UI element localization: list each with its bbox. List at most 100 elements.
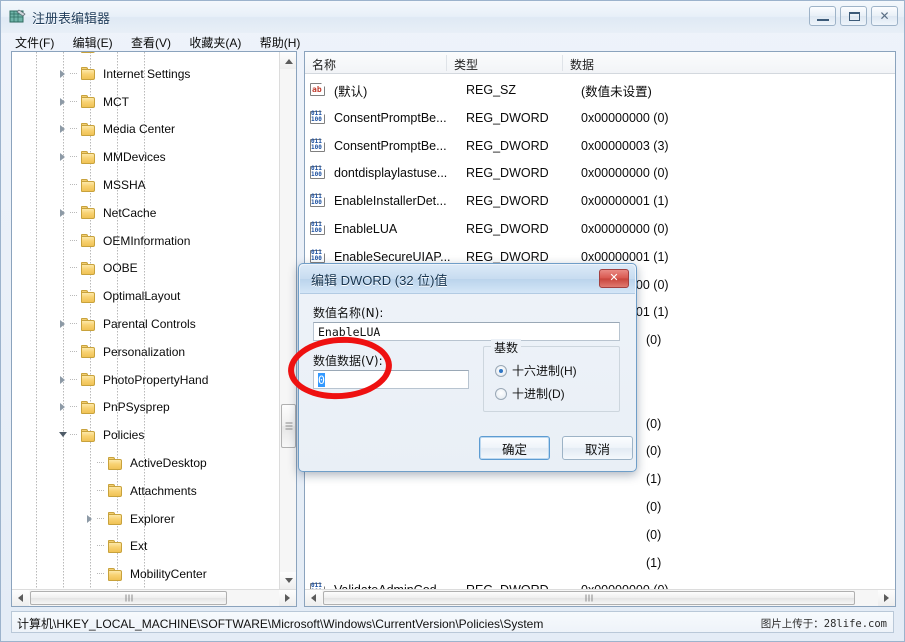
tree-item-mct[interactable]: MCT bbox=[12, 92, 280, 112]
dword-value-icon: 011100 bbox=[310, 222, 329, 236]
column-divider[interactable] bbox=[562, 55, 563, 71]
value-row-occluded[interactable]: (0) bbox=[305, 521, 895, 549]
expand-arrow-icon[interactable] bbox=[57, 92, 70, 112]
radio-decimal-label: 十进制(D) bbox=[512, 385, 565, 402]
tree-item-ext[interactable]: Ext bbox=[12, 536, 280, 556]
title-bar: 注册表编辑器 ✕ bbox=[1, 1, 904, 33]
radio-hexadecimal[interactable]: 十六进制(H) bbox=[495, 362, 577, 379]
scroll-left-arrow-icon[interactable] bbox=[305, 590, 322, 606]
scroll-down-arrow-icon[interactable] bbox=[280, 572, 296, 589]
value-row[interactable]: 011100EnableInstallerDet...REG_DWORD0x00… bbox=[305, 187, 895, 215]
tree-item-policies[interactable]: Policies bbox=[12, 425, 280, 445]
tree-connector bbox=[97, 481, 107, 501]
registry-editor-icon bbox=[9, 8, 26, 25]
menu-help[interactable]: 帮助(H) bbox=[254, 33, 310, 52]
value-name: dontdisplaylastuse... bbox=[334, 166, 466, 180]
tree-item-label: OOBE bbox=[100, 261, 141, 275]
expand-arrow-icon[interactable] bbox=[57, 314, 70, 334]
registry-editor-window: 注册表编辑器 ✕ 文件(F) 编辑(E) 查看(V) 收藏夹(A) 帮助(H) … bbox=[0, 0, 905, 642]
tree-item-mobilitycenter[interactable]: MobilityCenter bbox=[12, 564, 280, 584]
tree-vscroll-thumb[interactable] bbox=[281, 404, 296, 448]
tree-vertical-scrollbar[interactable] bbox=[279, 52, 296, 589]
tree-connector bbox=[97, 453, 107, 473]
tree-item-optimallayout[interactable]: OptimalLayout bbox=[12, 286, 280, 306]
tree-item-photopropertyhand[interactable]: PhotoPropertyHand bbox=[12, 370, 280, 390]
tree-spacer bbox=[57, 342, 70, 362]
registry-path-text: 计算机\HKEY_LOCAL_MACHINE\SOFTWARE\Microsof… bbox=[17, 615, 543, 632]
menu-favorites[interactable]: 收藏夹(A) bbox=[183, 33, 250, 52]
list-header: 名称 类型 数据 bbox=[305, 52, 895, 74]
value-data: 0x00000000 (0) bbox=[581, 222, 895, 236]
column-divider[interactable] bbox=[446, 55, 447, 71]
tree-hscroll-thumb[interactable] bbox=[30, 591, 227, 605]
list-horizontal-scrollbar[interactable] bbox=[305, 589, 895, 606]
tree-item-media-center[interactable]: Media Center bbox=[12, 119, 280, 139]
expand-arrow-icon[interactable] bbox=[57, 370, 70, 390]
tree-connector bbox=[70, 258, 80, 278]
menu-view[interactable]: 查看(V) bbox=[125, 33, 180, 52]
tree-item-oeminformation[interactable]: OEMInformation bbox=[12, 231, 280, 251]
scroll-right-arrow-icon[interactable] bbox=[878, 590, 895, 606]
tree-item-netcache[interactable]: NetCache bbox=[12, 203, 280, 223]
value-type: REG_SZ bbox=[466, 83, 581, 97]
column-header-name[interactable]: 名称 bbox=[312, 56, 336, 73]
scroll-up-arrow-icon[interactable] bbox=[280, 52, 296, 69]
dword-value-icon: 011100 bbox=[310, 194, 329, 208]
radio-decimal[interactable]: 十进制(D) bbox=[495, 385, 565, 402]
tree-item-mssha[interactable]: MSSHA bbox=[12, 175, 280, 195]
tree-item-internet-settings[interactable]: Internet Settings bbox=[12, 64, 280, 84]
column-header-data[interactable]: 数据 bbox=[570, 56, 594, 73]
dialog-close-button[interactable]: ✕ bbox=[599, 269, 629, 288]
tree-item-label: Parental Controls bbox=[100, 317, 199, 331]
expand-arrow-icon[interactable] bbox=[84, 509, 97, 529]
tree-spacer bbox=[57, 258, 70, 278]
tree-connector bbox=[70, 425, 80, 445]
expand-arrow-icon[interactable] bbox=[57, 203, 70, 223]
value-row[interactable]: 011100dontdisplaylastuse...REG_DWORD0x00… bbox=[305, 159, 895, 187]
tree-connector bbox=[97, 509, 107, 529]
expand-arrow-icon[interactable] bbox=[57, 52, 70, 56]
value-name: EnableLUA bbox=[334, 222, 466, 236]
expand-arrow-icon[interactable] bbox=[57, 119, 70, 139]
cancel-button[interactable]: 取消 bbox=[562, 436, 633, 460]
tree-item-mmdevices[interactable]: MMDevices bbox=[12, 147, 280, 167]
minimize-button[interactable] bbox=[809, 6, 836, 26]
expand-arrow-icon[interactable] bbox=[57, 64, 70, 84]
value-row-occluded[interactable]: (0) bbox=[305, 493, 895, 521]
tree-horizontal-scrollbar[interactable] bbox=[12, 589, 296, 606]
scroll-left-arrow-icon[interactable] bbox=[12, 590, 29, 606]
menu-file[interactable]: 文件(F) bbox=[9, 33, 63, 52]
tree-item-installer[interactable]: Installer bbox=[12, 52, 280, 56]
maximize-button[interactable] bbox=[840, 6, 867, 26]
folder-icon bbox=[107, 568, 123, 581]
value-name: ConsentPromptBe... bbox=[334, 139, 466, 153]
tree-item-label: MMDevices bbox=[100, 150, 169, 164]
tree-item-parental-controls[interactable]: Parental Controls bbox=[12, 314, 280, 334]
close-button[interactable]: ✕ bbox=[871, 6, 898, 26]
ok-button[interactable]: 确定 bbox=[479, 436, 550, 460]
registry-tree[interactable]: Installer Internet Settings MCT Media Cente… bbox=[12, 52, 280, 590]
value-row[interactable]: 011100ConsentPromptBe...REG_DWORD0x00000… bbox=[305, 132, 895, 160]
expand-arrow-icon[interactable] bbox=[57, 147, 70, 167]
value-row[interactable]: 011100ConsentPromptBe...REG_DWORD0x00000… bbox=[305, 104, 895, 132]
tree-item-explorer[interactable]: Explorer bbox=[12, 509, 280, 529]
tree-item-pnpsysprep[interactable]: PnPSysprep bbox=[12, 397, 280, 417]
list-hscroll-thumb[interactable] bbox=[323, 591, 855, 605]
column-header-type[interactable]: 类型 bbox=[454, 56, 478, 73]
scroll-right-arrow-icon[interactable] bbox=[279, 590, 296, 606]
menu-edit[interactable]: 编辑(E) bbox=[67, 33, 122, 52]
tree-item-personalization[interactable]: Personalization bbox=[12, 342, 280, 362]
value-row[interactable]: 011100EnableLUAREG_DWORD0x00000000 (0) bbox=[305, 215, 895, 243]
value-row[interactable]: ab(默认)REG_SZ(数值未设置) bbox=[305, 76, 895, 104]
value-data: (数值未设置) bbox=[581, 81, 895, 100]
collapse-arrow-icon[interactable] bbox=[57, 425, 70, 445]
tree-item-oobe[interactable]: OOBE bbox=[12, 258, 280, 278]
expand-arrow-icon[interactable] bbox=[57, 397, 70, 417]
close-icon: ✕ bbox=[872, 7, 897, 25]
folder-icon bbox=[80, 179, 96, 192]
tree-item-activedesktop[interactable]: ActiveDesktop bbox=[12, 453, 280, 473]
tree-item-label: Attachments bbox=[127, 484, 200, 498]
tree-connector bbox=[70, 314, 80, 334]
tree-item-attachments[interactable]: Attachments bbox=[12, 481, 280, 501]
value-row-occluded[interactable]: (1) bbox=[305, 549, 895, 577]
